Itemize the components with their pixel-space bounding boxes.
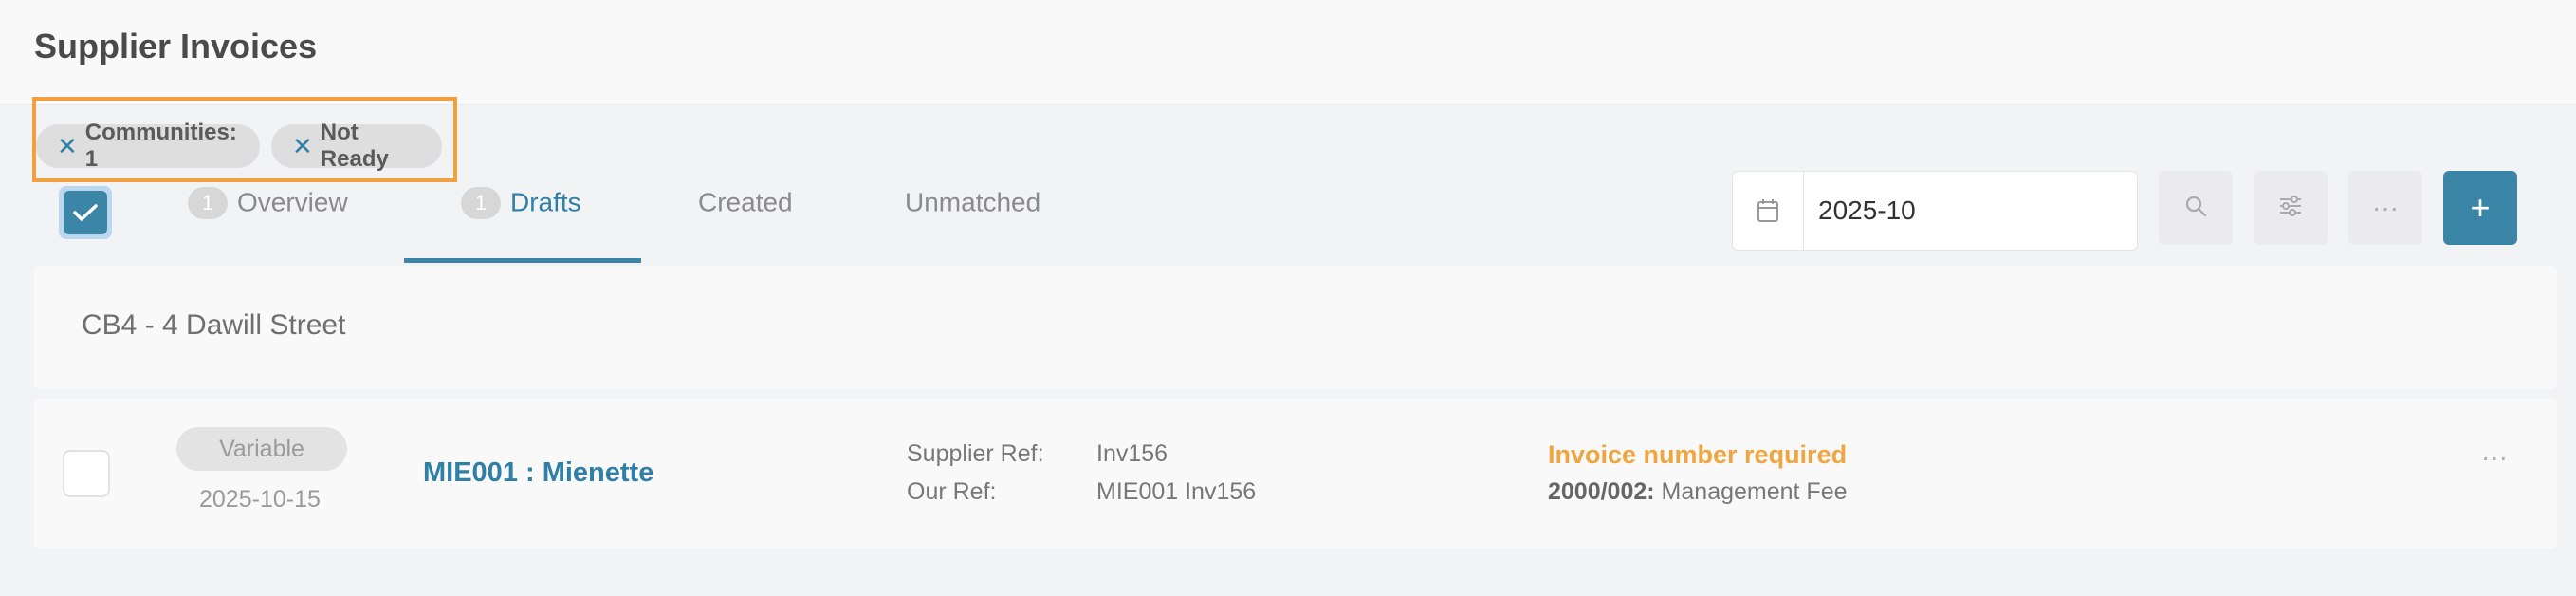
account-name: Management Fee — [1654, 478, 1848, 505]
select-all-checkbox[interactable] — [59, 186, 112, 239]
page-title: Supplier Invoices — [34, 27, 318, 65]
add-invoice-button[interactable]: + — [2443, 171, 2517, 245]
our-ref-value: MIE001 Inv156 — [1096, 478, 1257, 505]
active-tab-indicator — [404, 258, 641, 263]
more-options-button[interactable]: ··· — [2348, 171, 2422, 245]
tab-label: Created — [698, 187, 793, 217]
tab-label: Overview — [237, 187, 348, 217]
calendar-icon[interactable] — [1733, 172, 1804, 250]
invoice-row[interactable]: Variable 2025-10-15 MIE001 : Mienette Su… — [34, 399, 2557, 549]
invoice-date: 2025-10-15 — [199, 486, 321, 512]
community-group-header: CB4 - 4 Dawill Street — [34, 266, 2557, 389]
supplier-ref-label: Supplier Ref: — [907, 440, 1044, 467]
count-badge: 1 — [188, 186, 228, 219]
tab-overview[interactable]: 1 Overview — [188, 186, 348, 262]
tab-label: Unmatched — [905, 187, 1041, 217]
our-ref-label: Our Ref: — [907, 478, 997, 505]
validation-warning: Invoice number required — [1548, 440, 1848, 469]
ellipsis-icon: ··· — [2372, 193, 2399, 222]
plus-icon: + — [2470, 188, 2491, 227]
tab-unmatched[interactable]: Unmatched — [905, 186, 1040, 262]
row-checkbox[interactable] — [63, 450, 110, 497]
period-value[interactable]: 2025-10 — [1803, 172, 2137, 250]
filter-chip-communities[interactable]: ✕ Communities: 1 — [36, 120, 260, 172]
checkmark-icon — [64, 191, 107, 234]
supplier-link[interactable]: MIE001 : Mienette — [423, 457, 653, 489]
filter-chip-label: Not Ready — [320, 120, 389, 172]
account-code: 2000/002: — [1548, 478, 1655, 505]
search-button[interactable] — [2159, 171, 2233, 245]
tab-drafts[interactable]: 1 Drafts — [461, 186, 581, 262]
close-icon[interactable]: ✕ — [292, 132, 313, 161]
page-header: Supplier Invoices — [0, 0, 2576, 105]
count-badge: 1 — [461, 186, 501, 219]
filter-settings-button[interactable] — [2254, 171, 2328, 245]
community-title: CB4 - 4 Dawill Street — [82, 309, 346, 341]
row-more-options[interactable]: ··· — [2481, 442, 2508, 473]
tab-created[interactable]: Created — [698, 186, 793, 262]
period-picker[interactable]: 2025-10 — [1732, 171, 2138, 251]
invoice-type-badge: Variable — [176, 427, 347, 471]
sliders-icon — [2277, 194, 2304, 223]
supplier-ref-value: Inv156 — [1096, 440, 1168, 467]
filter-chip-not-ready[interactable]: ✕ Not Ready — [271, 120, 442, 172]
tab-label: Drafts — [510, 187, 581, 217]
filter-chip-label: Communities: 1 — [84, 120, 237, 172]
close-icon[interactable]: ✕ — [57, 132, 78, 161]
account-line: 2000/002: Management Fee — [1548, 478, 1848, 506]
search-icon — [2183, 194, 2208, 223]
